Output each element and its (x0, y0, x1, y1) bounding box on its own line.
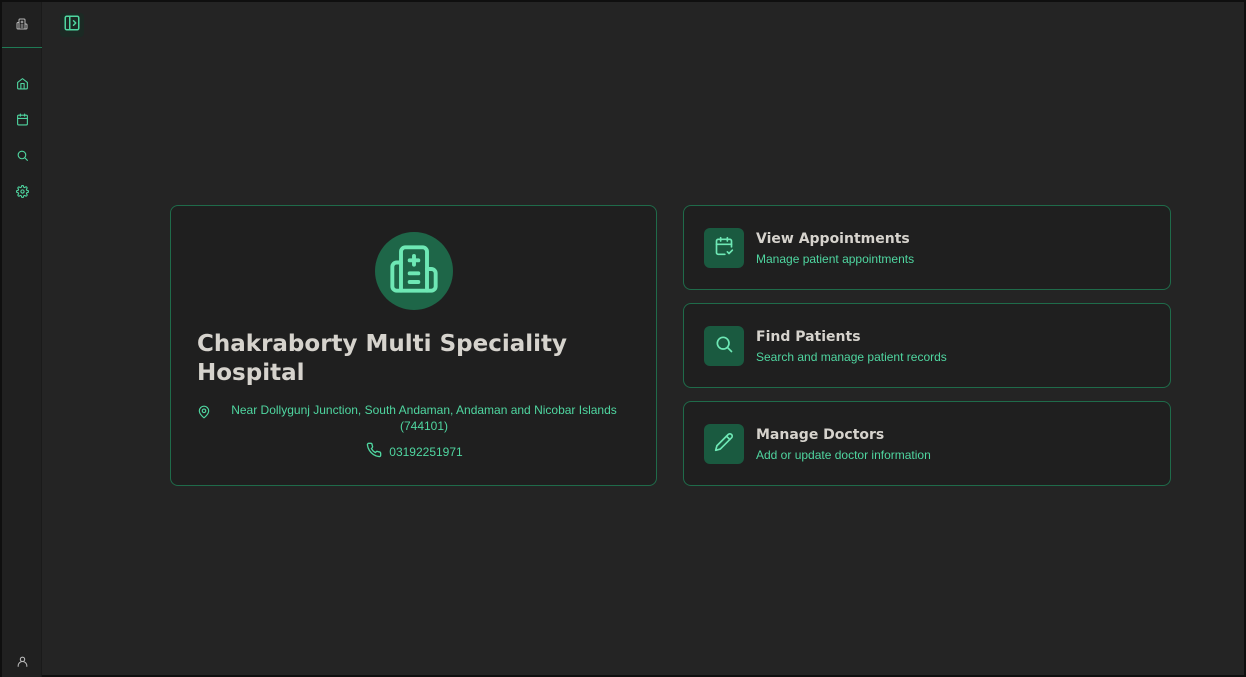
sidebar-logo[interactable] (2, 2, 42, 48)
action-icon-box (704, 326, 744, 366)
user-icon (16, 653, 29, 672)
action-subtitle: Add or update doctor information (756, 448, 931, 462)
hospital-icon (16, 15, 28, 34)
app-window: Chakraborty Multi Speciality Hospital Ne… (0, 0, 1246, 677)
action-subtitle: Manage patient appointments (756, 252, 915, 266)
sidebar-item-search[interactable] (2, 144, 42, 168)
sidebar-item-appointments[interactable] (2, 108, 42, 132)
sidebar-toggle-button[interactable] (60, 13, 84, 37)
map-pin-icon (197, 404, 211, 423)
sidebar-item-home[interactable] (2, 72, 42, 96)
view-appointments-card[interactable]: View Appointments Manage patient appoint… (683, 205, 1171, 290)
pencil-icon (714, 432, 734, 456)
action-title: Find Patients (756, 329, 861, 345)
address-row: Near Dollygunj Junction, South Andaman, … (197, 402, 637, 434)
sidebar-user-button[interactable] (2, 650, 42, 674)
calendar-check-icon (714, 236, 734, 260)
calendar-icon (16, 111, 29, 130)
phone-row: 03192251971 (171, 442, 658, 462)
sidebar-item-settings[interactable] (2, 180, 42, 204)
hospital-address: Near Dollygunj Junction, South Andaman, … (231, 403, 617, 433)
hospital-logo (375, 232, 453, 310)
search-icon (714, 334, 734, 358)
hospital-icon (388, 243, 440, 299)
sidebar-toggle-icon (63, 14, 81, 36)
phone-icon (366, 442, 382, 462)
find-patients-card[interactable]: Find Patients Search and manage patient … (683, 303, 1171, 388)
home-icon (16, 75, 29, 94)
action-icon-box (704, 424, 744, 464)
hospital-phone: 03192251971 (389, 445, 463, 459)
sidebar (2, 2, 42, 677)
manage-doctors-card[interactable]: Manage Doctors Add or update doctor info… (683, 401, 1171, 486)
hospital-card: Chakraborty Multi Speciality Hospital Ne… (170, 205, 657, 486)
action-icon-box (704, 228, 744, 268)
action-title: View Appointments (756, 231, 910, 247)
action-subtitle: Search and manage patient records (756, 350, 947, 364)
gear-icon (15, 183, 29, 202)
search-icon (16, 147, 29, 166)
hospital-name: Chakraborty Multi Speciality Hospital (197, 331, 567, 386)
action-title: Manage Doctors (756, 427, 885, 443)
